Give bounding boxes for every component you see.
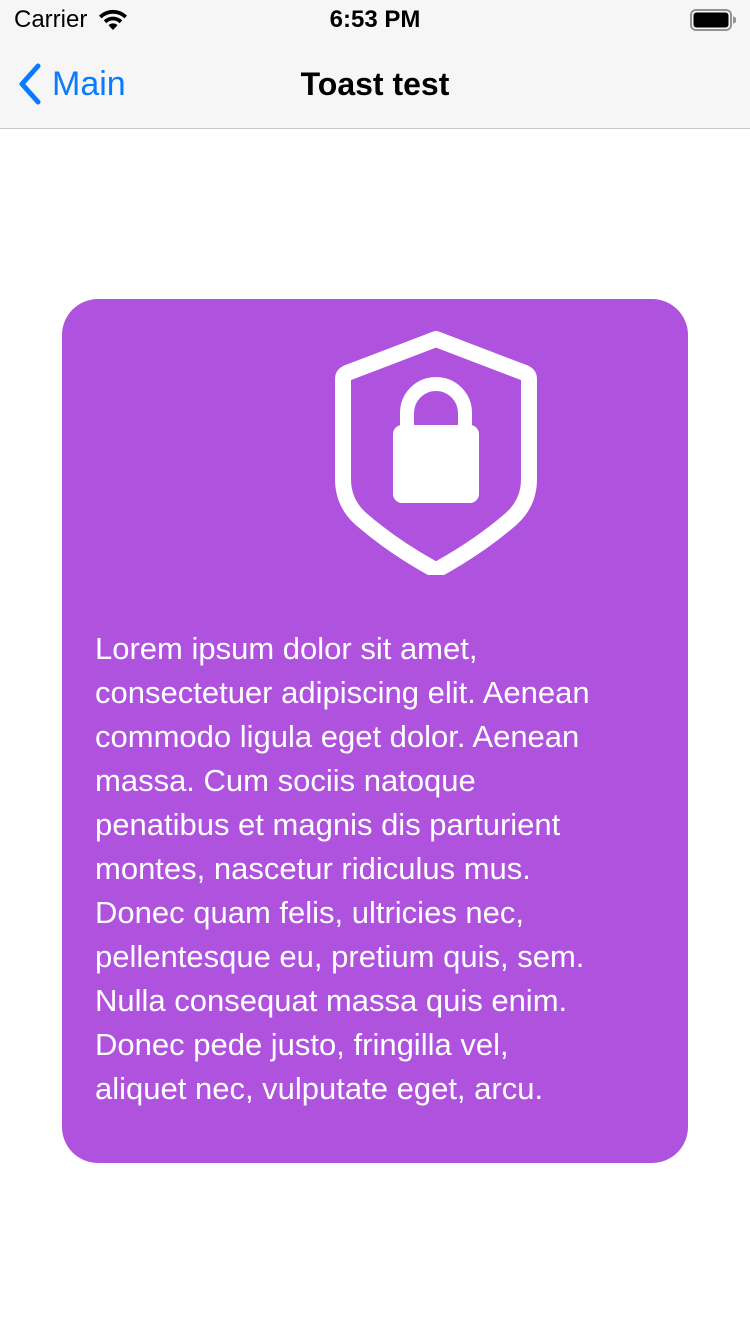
- toast-card: Lorem ipsum dolor sit amet, consectetuer…: [62, 299, 688, 1163]
- battery-icon: [690, 9, 736, 31]
- back-button[interactable]: Main: [16, 40, 126, 128]
- status-bar: Carrier 6:53 PM: [0, 0, 750, 40]
- navigation-bar: Main Toast test: [0, 40, 750, 129]
- chevron-left-icon: [19, 63, 41, 105]
- shield-lock-icon: [335, 331, 537, 575]
- back-button-label: Main: [52, 65, 126, 103]
- status-time: 6:53 PM: [329, 6, 421, 33]
- toast-message: Lorem ipsum dolor sit amet, consectetuer…: [95, 631, 590, 1106]
